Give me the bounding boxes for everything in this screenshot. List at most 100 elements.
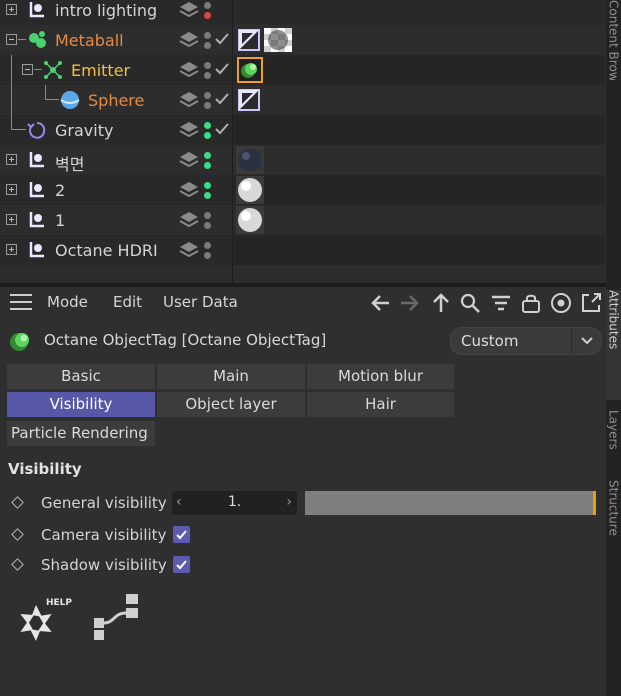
increment-chevron-icon[interactable]: › (286, 494, 292, 510)
editor-visibility-dot[interactable] (204, 62, 211, 69)
filter-icon[interactable] (489, 291, 513, 315)
render-visibility-dot[interactable] (204, 162, 211, 169)
new-window-icon[interactable] (579, 291, 603, 315)
enabled-check-icon[interactable] (214, 62, 230, 76)
tab-main[interactable]: Main (157, 364, 306, 389)
layers-icon[interactable] (179, 1, 199, 19)
object-name[interactable]: Gravity (55, 121, 113, 140)
search-icon[interactable] (458, 291, 482, 315)
lock-icon[interactable] (519, 291, 543, 315)
octane-object-tag-icon[interactable] (237, 57, 263, 83)
general-visibility-slider[interactable] (305, 491, 596, 515)
layers-icon[interactable] (179, 31, 199, 49)
menu-mode[interactable]: Mode (47, 293, 88, 311)
render-visibility-dot[interactable] (204, 252, 211, 259)
render-visibility-dot[interactable] (204, 102, 211, 109)
forward-arrow-icon[interactable] (397, 291, 421, 315)
dropdown-arrow-button[interactable] (571, 328, 601, 354)
column-divider[interactable] (232, 0, 233, 283)
object-name[interactable]: 벽면 (55, 151, 84, 175)
menu-user-data[interactable]: User Data (163, 293, 238, 311)
editor-visibility-dot[interactable] (204, 92, 211, 99)
mode-dropdown[interactable]: Custom (450, 327, 602, 355)
enabled-check-icon[interactable] (214, 122, 230, 136)
editor-visibility-dot[interactable] (204, 152, 211, 159)
object-name[interactable]: Metaball (55, 31, 124, 50)
object-name[interactable]: 2 (55, 181, 65, 200)
object-row-1[interactable]: 1 (0, 205, 606, 235)
node-editor-icon[interactable] (92, 592, 142, 642)
layers-icon[interactable] (179, 91, 199, 109)
expand-toggle[interactable] (6, 4, 17, 15)
shadow-visibility-checkbox[interactable] (173, 556, 190, 573)
material-tag-icon[interactable] (236, 176, 264, 204)
layers-icon[interactable] (179, 61, 199, 79)
object-row-emitter[interactable]: Emitter (0, 55, 606, 85)
back-arrow-icon[interactable] (369, 291, 393, 315)
render-visibility-dot[interactable] (204, 42, 211, 49)
expand-toggle[interactable] (6, 214, 17, 225)
editor-visibility-dot[interactable] (204, 182, 211, 189)
layers-icon[interactable] (179, 241, 199, 259)
object-row-wall[interactable]: 벽면 (0, 145, 606, 175)
octane-help-icon[interactable]: HELP (14, 593, 76, 645)
side-tab-structure[interactable]: Structure (606, 480, 621, 570)
object-row-gravity[interactable]: Gravity (0, 115, 606, 145)
object-name[interactable]: Octane HDRI (55, 241, 158, 260)
hamburger-menu-icon[interactable] (10, 294, 32, 312)
tab-visibility[interactable]: Visibility (7, 392, 156, 417)
menu-edit[interactable]: Edit (113, 293, 142, 311)
general-visibility-input[interactable]: ‹ 1. › (172, 491, 297, 515)
enabled-check-icon[interactable] (214, 92, 230, 106)
collapse-toggle[interactable] (22, 64, 33, 75)
phong-tag-icon[interactable] (237, 28, 261, 52)
keyframe-diamond-icon[interactable] (11, 558, 24, 571)
layers-icon[interactable] (179, 151, 199, 169)
object-row-metaball[interactable]: Metaball (0, 25, 606, 55)
tab-object-layer[interactable]: Object layer (157, 392, 306, 417)
object-row-2[interactable]: 2 (0, 175, 606, 205)
camera-visibility-checkbox[interactable] (173, 526, 190, 543)
layers-icon[interactable] (179, 211, 199, 229)
editor-visibility-dot[interactable] (204, 212, 211, 219)
object-name[interactable]: Sphere (88, 91, 144, 110)
object-row-octane-hdri[interactable]: Octane HDRI (0, 235, 606, 265)
editor-visibility-dot[interactable] (204, 2, 211, 9)
render-visibility-dot[interactable] (204, 12, 211, 19)
keyframe-diamond-icon[interactable] (11, 496, 24, 509)
render-visibility-dot[interactable] (204, 72, 211, 79)
tab-particle-rendering[interactable]: Particle Rendering (7, 421, 156, 446)
tab-motion-blur[interactable]: Motion blur (307, 364, 455, 389)
expand-toggle[interactable] (6, 244, 17, 255)
render-visibility-dot[interactable] (204, 132, 211, 139)
render-visibility-dot[interactable] (204, 192, 211, 199)
layers-icon[interactable] (179, 121, 199, 139)
object-name[interactable]: 1 (55, 211, 65, 230)
slider-handle[interactable] (593, 491, 596, 515)
material-tag-icon[interactable] (236, 146, 264, 174)
material-tag-icon[interactable] (236, 206, 264, 234)
side-tab-attributes[interactable]: Attributes (606, 290, 621, 400)
material-tag-icon[interactable] (264, 28, 292, 52)
editor-visibility-dot[interactable] (204, 32, 211, 39)
editor-visibility-dot[interactable] (204, 122, 211, 129)
layers-icon[interactable] (179, 181, 199, 199)
editor-visibility-dot[interactable] (204, 242, 211, 249)
object-name[interactable]: intro lighting (55, 1, 157, 20)
render-visibility-dot[interactable] (204, 222, 211, 229)
collapse-toggle[interactable] (6, 34, 17, 45)
tab-hair[interactable]: Hair (307, 392, 455, 417)
target-icon[interactable] (549, 291, 573, 315)
up-arrow-icon[interactable] (429, 291, 453, 315)
keyframe-diamond-icon[interactable] (11, 528, 24, 541)
side-tab-layers[interactable]: Layers (606, 410, 621, 470)
phong-tag-icon[interactable] (237, 88, 261, 112)
side-tab-content-browser[interactable]: Content Browser (606, 0, 621, 80)
enabled-check-icon[interactable] (214, 32, 230, 46)
object-row-sphere[interactable]: Sphere (0, 85, 606, 115)
expand-toggle[interactable] (6, 154, 17, 165)
expand-toggle[interactable] (6, 184, 17, 195)
object-row-intro-lighting[interactable]: intro lighting (0, 0, 606, 25)
object-name[interactable]: Emitter (71, 61, 130, 80)
tab-basic[interactable]: Basic (7, 364, 156, 389)
